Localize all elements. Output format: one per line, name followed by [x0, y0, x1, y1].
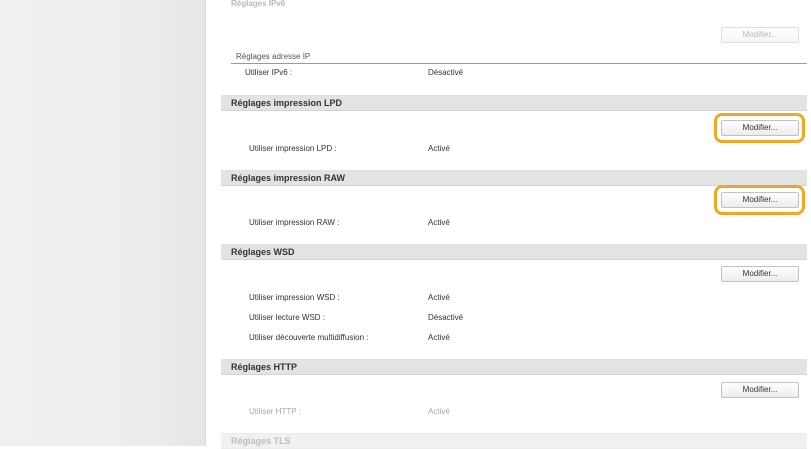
left-navigation-panel: [0, 0, 206, 446]
use-ipv6-label: Utiliser IPv6 :: [245, 68, 293, 77]
lpd-section-header: Réglages impression LPD: [221, 95, 807, 111]
ipv6-section-header: Réglages IPv6: [231, 0, 286, 8]
http-section-title: Réglages HTTP: [231, 362, 298, 372]
use-wsd-print-label: Utiliser impression WSD :: [249, 293, 340, 302]
use-wsd-print-value: Activé: [428, 293, 450, 302]
use-multicast-discovery-value: Activé: [428, 333, 450, 342]
wsd-edit-button[interactable]: Modifier...: [721, 266, 799, 282]
use-lpd-value: Activé: [428, 144, 450, 153]
raw-edit-button[interactable]: Modifier...: [721, 192, 799, 208]
tls-section-title: Réglages TLS: [231, 436, 291, 446]
use-wsd-scan-label: Utiliser lecture WSD :: [249, 313, 326, 322]
use-multicast-discovery-label: Utiliser découverte multidiffusion :: [249, 333, 369, 342]
lpd-edit-button[interactable]: Modifier...: [721, 120, 799, 136]
ip-address-settings-label: Réglages adresse IP: [236, 52, 311, 61]
http-edit-button[interactable]: Modifier...: [721, 382, 799, 398]
raw-section-title: Réglages impression RAW: [231, 173, 346, 183]
use-wsd-scan-value: Désactivé: [428, 313, 464, 322]
use-http-value: Activé: [428, 407, 450, 416]
ipv6-edit-button[interactable]: Modifier...: [721, 27, 799, 43]
use-ipv6-value: Désactivé: [428, 68, 464, 77]
use-lpd-label: Utiliser impression LPD :: [249, 144, 337, 153]
use-raw-value: Activé: [428, 218, 450, 227]
settings-main-content: Réglages IPv6 Modifier... Réglages adres…: [221, 0, 807, 449]
raw-section-header: Réglages impression RAW: [221, 170, 807, 186]
use-http-label: Utiliser HTTP :: [249, 407, 301, 416]
use-raw-label: Utiliser impression RAW :: [249, 218, 340, 227]
ip-address-divider: [231, 63, 807, 64]
wsd-section-title: Réglages WSD: [231, 247, 295, 257]
tls-section-header: Réglages TLS: [221, 433, 807, 449]
http-section-header: Réglages HTTP: [221, 359, 807, 375]
lpd-section-title: Réglages impression LPD: [231, 98, 343, 108]
wsd-section-header: Réglages WSD: [221, 244, 807, 260]
